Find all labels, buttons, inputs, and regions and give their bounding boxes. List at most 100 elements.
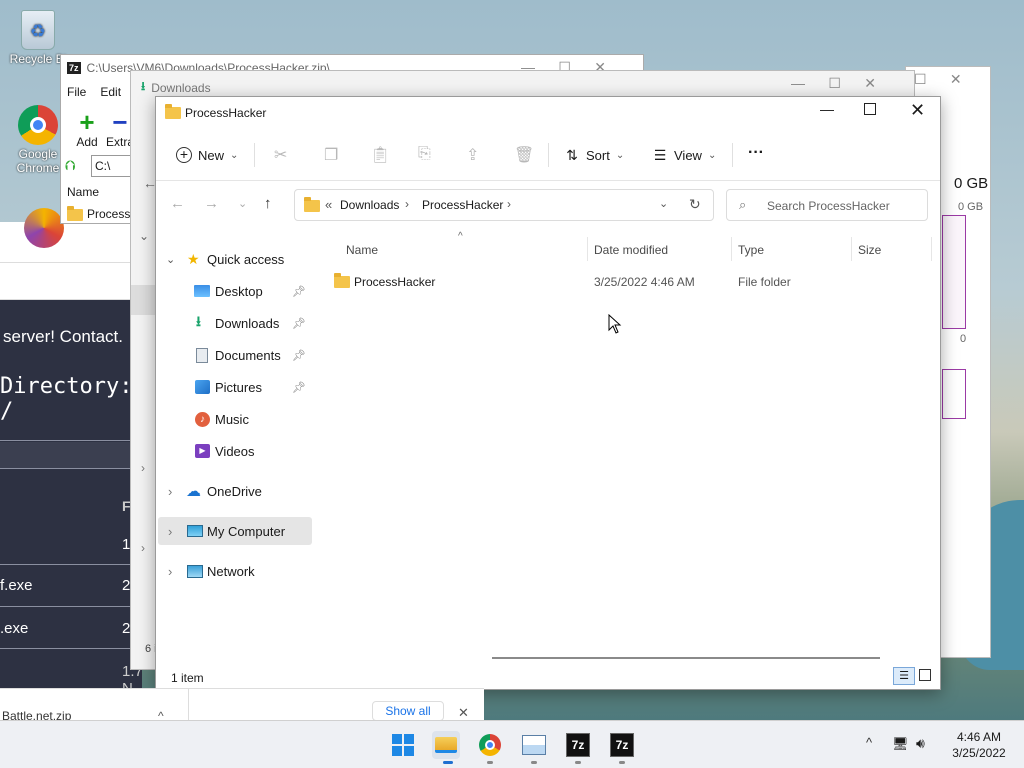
desktop-icon (194, 285, 210, 297)
mouse-cursor-icon (608, 314, 622, 334)
share-icon[interactable]: ⇪ (466, 145, 479, 165)
star-icon: ★ (187, 250, 200, 267)
column-header-date[interactable]: Date modified (594, 243, 668, 257)
show-all-button[interactable]: Show all (372, 701, 444, 721)
column-header-name[interactable]: Name (346, 243, 378, 257)
sort-button[interactable]: ⇅ Sort ⌄ (564, 139, 624, 171)
network-status-icon[interactable]: 🖥︎ (892, 736, 909, 752)
new-button[interactable]: + New ⌄ (176, 139, 238, 171)
nav-network[interactable]: › Network (156, 557, 314, 585)
sevenzip-app-icon: 7z (67, 62, 81, 74)
copy-icon[interactable]: ❐ (324, 145, 338, 165)
recent-locations-icon[interactable]: ⌄ (238, 197, 247, 210)
download-arrow-icon: ⭳ (196, 313, 201, 329)
chevron-right-icon[interactable]: › (141, 461, 145, 475)
windows-logo-icon (392, 734, 414, 756)
breadcrumb-overflow[interactable]: « (325, 197, 332, 212)
explorer-titlebar[interactable]: ProcessHacker — ✕ (156, 97, 940, 129)
music-icon: ♪ (195, 411, 210, 427)
breadcrumb-separator: › (405, 197, 409, 211)
up-arrow-icon[interactable]: ⮉ (65, 157, 76, 174)
menu-file[interactable]: File (67, 85, 86, 99)
search-box[interactable]: ⌕ Search ProcessHacker (726, 189, 928, 221)
desktop-icon-label: Recycle Bi (9, 52, 67, 66)
window-title: ProcessHacker (185, 106, 267, 120)
forward-arrow-icon[interactable]: → (204, 195, 219, 212)
refresh-icon[interactable]: ↻ (689, 196, 701, 213)
list-item[interactable]: ProcessH (67, 206, 139, 221)
nav-item-documents[interactable]: Documents 📌︎ (156, 341, 314, 369)
chevron-right-icon: › (168, 523, 173, 539)
volume-icon[interactable]: 🔊︎ (916, 735, 925, 752)
up-arrow-icon[interactable]: ↑ (264, 195, 272, 212)
folder-icon (334, 273, 350, 288)
chevron-down-icon: ⌄ (707, 149, 717, 161)
horizontal-scrollbar[interactable] (492, 657, 880, 659)
sort-indicator-icon: ^ (458, 231, 463, 242)
start-button[interactable] (389, 731, 417, 759)
large-icons-view-icon[interactable] (919, 669, 931, 681)
add-button[interactable]: + Add (67, 109, 107, 149)
address-row: ← → ⌄ ↑ « Downloads › ProcessHacker › ⌄ … (156, 185, 940, 229)
chevron-right-icon[interactable]: › (141, 541, 145, 555)
table-header-bar (0, 442, 130, 468)
minimize-button[interactable]: — (820, 101, 834, 117)
cut-icon[interactable]: ✂ (274, 145, 287, 165)
taskbar-file-explorer[interactable] (432, 731, 460, 759)
search-input[interactable]: Search ProcessHacker (767, 199, 890, 213)
details-view-icon[interactable]: ☰ (893, 667, 915, 685)
pin-icon: 📌︎ (292, 317, 306, 330)
more-options-button[interactable]: ··· (748, 137, 764, 169)
nav-item-videos[interactable]: ▶ Videos (156, 437, 314, 465)
computer-icon (187, 525, 203, 537)
divider (931, 237, 932, 261)
rename-icon[interactable]: ⎘ (418, 145, 431, 163)
nav-item-pictures[interactable]: Pictures 📌︎ (156, 373, 314, 401)
taskbar-7zip-2[interactable]: 7z (608, 731, 636, 759)
download-shelf: Battle.net.zip ^ Show all ✕ (0, 688, 484, 723)
chevron-down-icon[interactable]: ⌄ (139, 229, 149, 243)
file-row[interactable]: ProcessHacker 3/25/2022 4:46 AM File fol… (326, 265, 926, 295)
recycle-bin-icon: ♻ (21, 10, 55, 50)
memory-total: 0 GB (954, 175, 989, 192)
breadcrumb-processhacker[interactable]: ProcessHacker (422, 198, 503, 212)
nav-item-downloads[interactable]: ⭳ Downloads 📌︎ (156, 309, 314, 337)
view-button[interactable]: ☰ View ⌄ (652, 139, 717, 171)
delete-icon[interactable]: 🗑︎ (514, 145, 534, 165)
desktop-icon-recycle-bin[interactable]: ♻ Recycle Bi (8, 10, 68, 66)
close-icon[interactable]: ✕ (458, 705, 469, 721)
nav-onedrive[interactable]: › ☁ OneDrive (156, 477, 314, 505)
nav-item-music[interactable]: ♪ Music (156, 405, 314, 433)
chevron-right-icon: › (168, 563, 173, 579)
divider (188, 689, 189, 721)
address-dropdown-icon[interactable]: ⌄ (659, 197, 668, 210)
taskbar-7zip[interactable]: 7z (564, 731, 592, 759)
taskbar-chrome[interactable] (476, 731, 504, 759)
command-bar: + New ⌄ ✂ ❐ 📋︎ ⎘ ⇪ 🗑︎ ⇅ Sort ⌄ ☰ View ⌄ … (156, 129, 940, 181)
item-count: 1 item (171, 671, 204, 685)
paste-icon[interactable]: 📋︎ (370, 145, 390, 165)
nav-quick-access[interactable]: ⌄ ★ Quick access (156, 245, 314, 273)
close-button[interactable]: ✕ (910, 100, 925, 121)
breadcrumb-downloads[interactable]: Downloads (340, 198, 399, 212)
desktop-icon-chrome[interactable]: Google Chrome (8, 105, 68, 175)
nav-my-computer[interactable]: › My Computer (158, 517, 312, 545)
column-header-type[interactable]: Type (738, 243, 764, 257)
column-header-size[interactable]: Size (858, 243, 881, 257)
maximize-button[interactable] (864, 103, 876, 115)
documents-icon (196, 347, 208, 363)
downloads-titlebar[interactable]: ⭳ Downloads (141, 77, 211, 98)
back-arrow-icon[interactable]: ← (170, 195, 185, 212)
divider (851, 237, 852, 261)
sevenzip-icon: 7z (609, 733, 635, 757)
nav-item-desktop[interactable]: Desktop 📌︎ (156, 277, 314, 305)
explorer-window: ProcessHacker — ✕ + New ⌄ ✂ ❐ 📋︎ ⎘ ⇪ 🗑︎ … (155, 96, 941, 690)
sevenzip-icon: 7z (565, 733, 591, 757)
menu-edit[interactable]: Edit (100, 85, 121, 99)
folder-icon (165, 104, 181, 119)
taskbar-task-manager[interactable] (520, 731, 548, 759)
sevenzip-col-name[interactable]: Name (67, 185, 99, 199)
chevron-up-icon[interactable]: ^ (866, 735, 872, 750)
clock[interactable]: 4:46 AM 3/25/2022 (944, 729, 1014, 761)
address-bar[interactable]: « Downloads › ProcessHacker › ⌄ ↻ (294, 189, 714, 221)
